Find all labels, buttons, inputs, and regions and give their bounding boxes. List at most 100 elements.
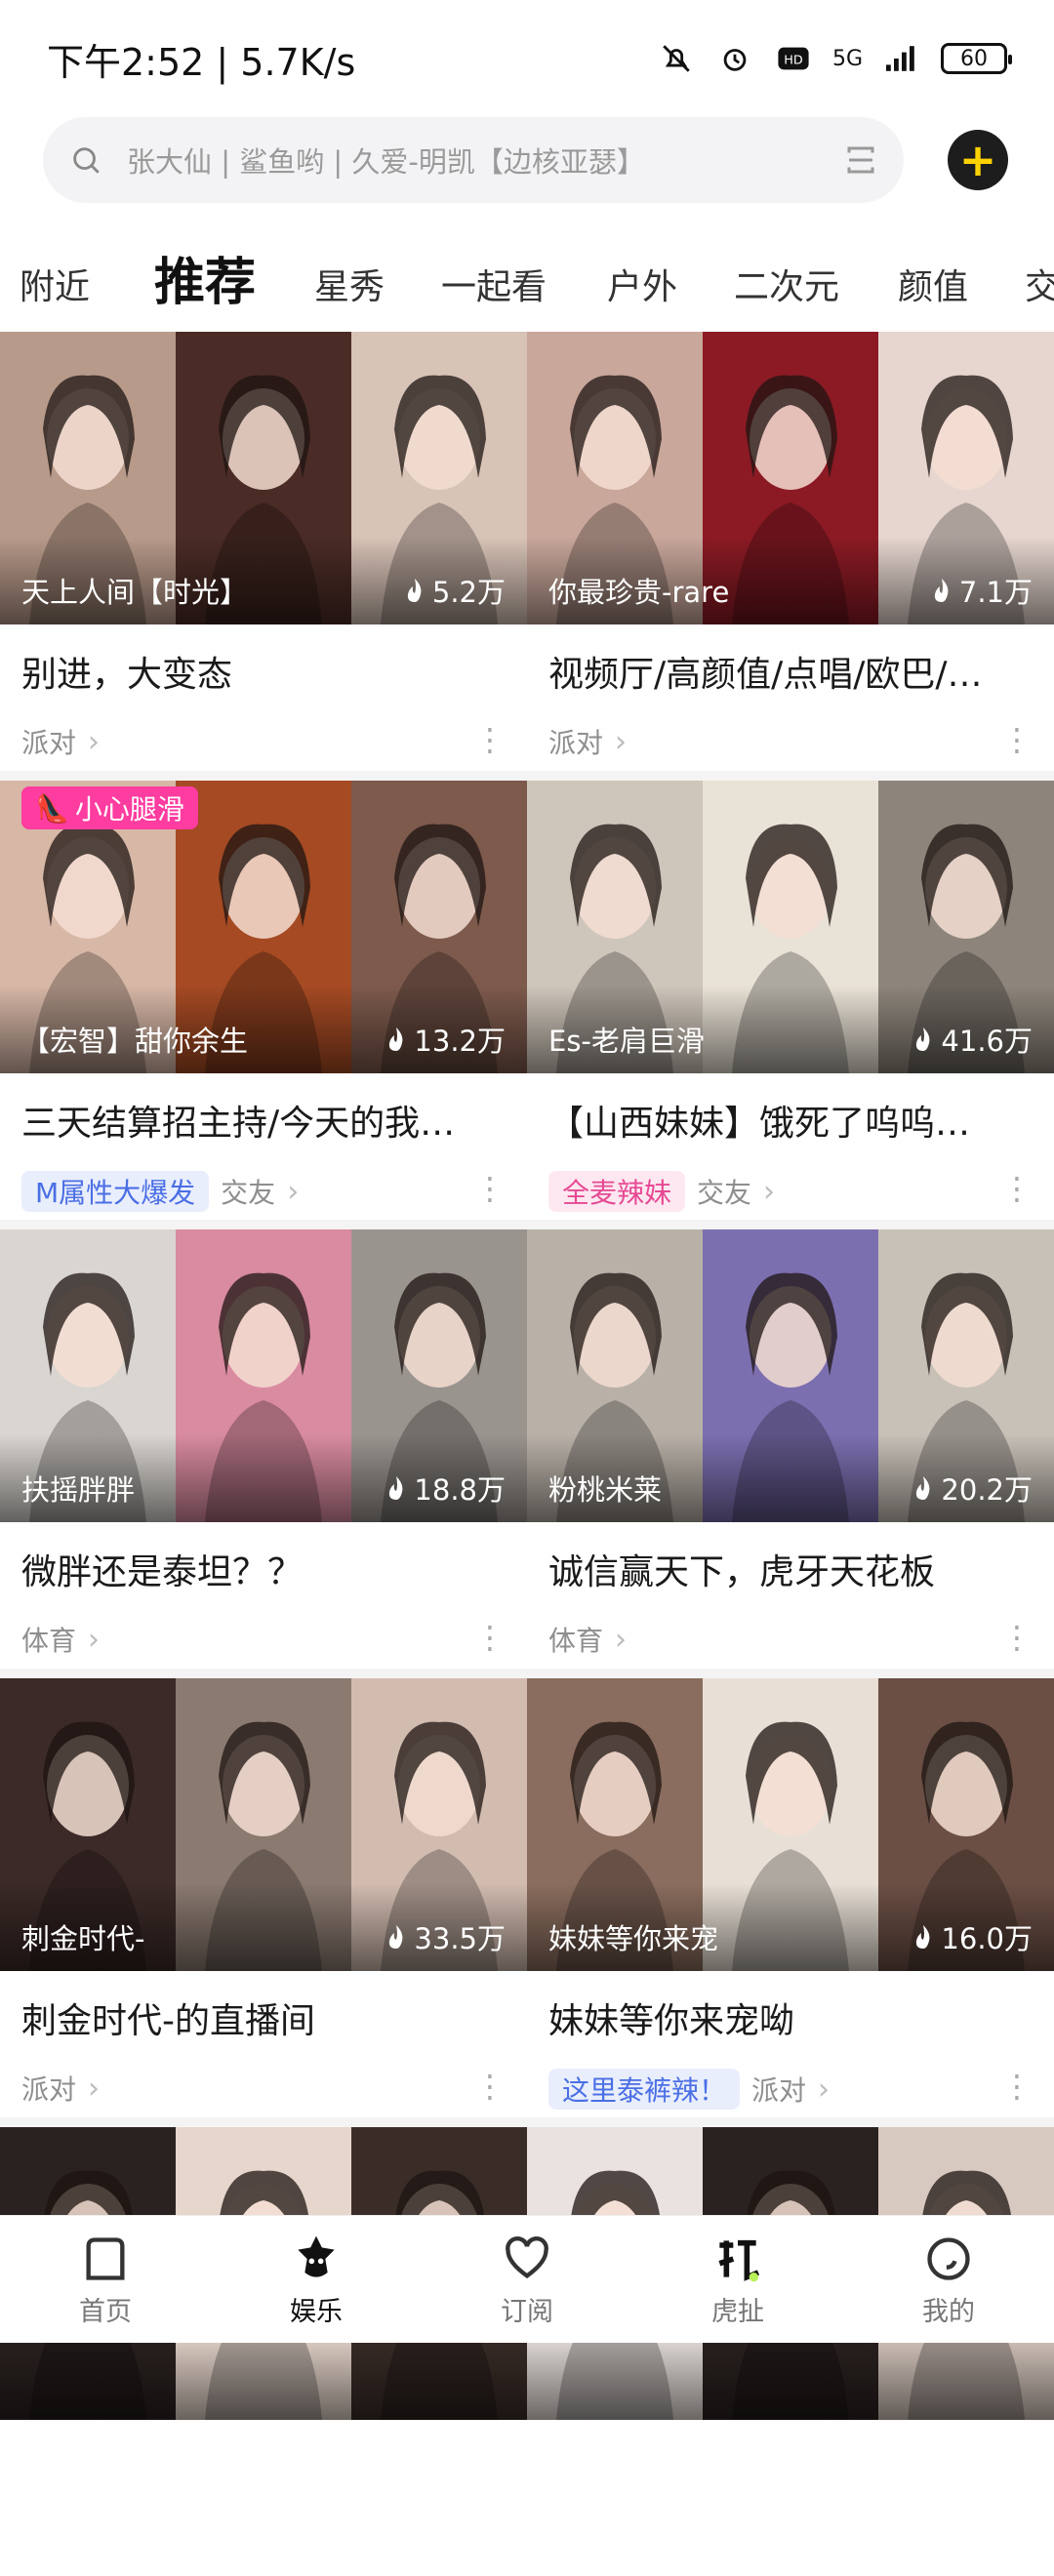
live-card[interactable]: 粉桃米莱 20.2万 诚信赢天下，虎牙天花板 体育 › ⋮ — [527, 1229, 1054, 1678]
flame-icon — [916, 1027, 930, 1051]
room-category[interactable]: 交友 — [697, 1172, 751, 1211]
status-icons: HD 5G 60 — [657, 39, 1012, 78]
more-options-icon[interactable]: ⋮ — [474, 724, 506, 755]
live-card[interactable]: Es-老肩巨滑 41.6万 【山西妹妹】饿死了呜呜… 全麦辣妹 交友 › ⋮ — [527, 781, 1054, 1229]
room-category[interactable]: 派对 — [21, 722, 76, 761]
tab-watch-together[interactable]: 一起看 — [441, 234, 547, 332]
live-thumbnail: 刺金时代- 33.5万 — [0, 1678, 527, 1971]
nav-entertainment[interactable]: 娱乐 — [211, 2216, 422, 2343]
streamer-name: 你最珍贵-rare — [548, 576, 730, 609]
more-options-icon[interactable]: ⋮ — [1001, 724, 1033, 755]
tab-xingxiu[interactable]: 星秀 — [314, 234, 385, 332]
live-card[interactable] — [0, 2127, 527, 2576]
room-tag[interactable]: 全麦辣妹 — [548, 1171, 686, 1212]
room-tag[interactable]: 这里泰裤辣！ — [548, 2069, 741, 2110]
tab-looks[interactable]: 颜值 — [898, 234, 968, 332]
category-tabs: 附近 推荐 星秀 一起看 户外 二次元 颜值 交 — [0, 234, 1054, 332]
more-options-icon[interactable]: ⋮ — [474, 1173, 506, 1204]
nav-subscribe[interactable]: 订阅 — [422, 2216, 632, 2343]
search-input[interactable]: 张大仙 | 鲨鱼哟 | 久爱-明凯【边核亚瑟】 — [43, 117, 904, 203]
popularity-count: 13.2万 — [385, 1019, 506, 1060]
live-card[interactable]: 扶摇胖胖 18.8万微胖还是泰坦？？ 体育 › ⋮ — [0, 1229, 527, 1678]
streamer-name: 天上人间【时光】 — [21, 576, 249, 609]
room-category[interactable]: 派对 — [21, 2069, 76, 2108]
popularity-count: 18.8万 — [385, 1468, 506, 1509]
chevron-right-icon: › — [818, 2072, 831, 2107]
room-category[interactable]: 交友 — [221, 1172, 275, 1211]
heart-icon — [500, 2232, 554, 2286]
chevron-right-icon: › — [615, 1622, 628, 1657]
popularity-value: 16.0万 — [941, 1922, 1033, 1955]
streamer-name: 【宏智】甜你余生 — [21, 1025, 249, 1058]
battery-level: 60 — [960, 46, 988, 71]
chevron-right-icon: › — [287, 1174, 300, 1209]
nav-profile[interactable]: 我的 — [843, 2216, 1054, 2343]
profile-icon — [921, 2232, 976, 2286]
bottom-nav: 首页 娱乐 订阅 虎扯 我的 — [0, 2215, 1054, 2343]
live-card[interactable]: 刺金时代- 33.5万刺金时代-的直播间 派对 › ⋮ — [0, 1678, 527, 2127]
streamer-name: 刺金时代- — [21, 1922, 145, 1955]
popularity-value: 5.2万 — [431, 576, 506, 609]
flame-icon — [916, 1925, 930, 1949]
tab-outdoor[interactable]: 户外 — [607, 234, 677, 332]
room-meta: 派对 › — [21, 2069, 100, 2108]
tab-anime[interactable]: 二次元 — [734, 234, 839, 332]
room-category[interactable]: 派对 — [751, 2070, 806, 2109]
heel-icon: 👠 — [35, 791, 69, 825]
room-title: 视频厅/高颜值/点唱/欧巴/… — [548, 655, 983, 695]
flame-icon — [389, 1925, 403, 1949]
popularity-value: 33.5万 — [414, 1922, 506, 1955]
plus-icon: + — [958, 134, 997, 186]
room-meta: M属性大爆发 交友 › — [21, 1171, 299, 1212]
streamer-name: 妹妹等你来宠 — [548, 1922, 719, 1955]
live-card[interactable]: 妹妹等你来宠 16.0万 妹妹等你来宠呦 这里泰裤辣！ 派对 › ⋮ — [527, 1678, 1054, 2127]
status-bar: 下午2:52 | 5.7K/s HD 5G 60 — [0, 0, 1054, 117]
more-options-icon[interactable]: ⋮ — [1001, 1173, 1033, 1204]
room-category[interactable]: 派对 — [548, 722, 603, 761]
live-card[interactable]: 天上人间【时光】 5.2万 别进，大变态 派对 › ⋮ — [0, 332, 527, 781]
nav-huche[interactable]: 虎扯 — [632, 2216, 843, 2343]
tab-nearby[interactable]: 附近 — [20, 234, 90, 332]
room-tag[interactable]: M属性大爆发 — [21, 1171, 210, 1212]
room-category[interactable]: 体育 — [548, 1620, 603, 1659]
popularity-count: 7.1万 — [930, 570, 1033, 611]
live-card[interactable]: 你最珍贵-rare 7.1万视频厅/高颜值/点唱/欧巴/… 派对 › ⋮ — [527, 332, 1054, 781]
search-placeholder: 张大仙 | 鲨鱼哟 | 久爱-明凯【边核亚瑟】 — [127, 145, 645, 179]
more-options-icon[interactable]: ⋮ — [1001, 2071, 1033, 2102]
room-category[interactable]: 体育 — [21, 1620, 76, 1659]
chevron-right-icon: › — [88, 724, 101, 759]
chevron-right-icon: › — [88, 1622, 101, 1657]
live-card[interactable] — [527, 2127, 1054, 2576]
more-options-icon[interactable]: ⋮ — [474, 1622, 506, 1653]
flame-icon — [407, 579, 422, 602]
live-thumbnail: 天上人间【时光】 5.2万 — [0, 332, 527, 624]
room-meta: 体育 › — [548, 1620, 627, 1659]
tab-more[interactable]: 交 — [1025, 234, 1054, 332]
room-meta: 体育 › — [21, 1620, 100, 1659]
more-options-icon[interactable]: ⋮ — [474, 2071, 506, 2102]
popularity-value: 7.1万 — [958, 576, 1033, 609]
live-thumbnail: 扶摇胖胖 18.8万 — [0, 1229, 527, 1522]
room-title: 【山西妹妹】饿死了呜呜… — [548, 1104, 971, 1144]
nav-label-entertainment: 娱乐 — [290, 2296, 343, 2327]
flame-icon — [916, 1476, 930, 1500]
room-title: 刺金时代-的直播间 — [21, 2001, 315, 2041]
chevron-right-icon: › — [763, 1174, 776, 1209]
chevron-right-icon: › — [88, 2071, 101, 2106]
search-row: 张大仙 | 鲨鱼哟 | 久爱-明凯【边核亚瑟】 + — [0, 117, 1054, 215]
popularity-value: 13.2万 — [414, 1025, 506, 1058]
popularity-value: 41.6万 — [941, 1025, 1033, 1058]
nav-label-subscribe: 订阅 — [501, 2296, 553, 2327]
popularity-count: 5.2万 — [403, 570, 506, 611]
live-card[interactable]: 👠 小心腿滑 【宏智】甜你余生 13.2万 三天结算招主持/今天的我… M属性大爆发 交友 ›… — [0, 781, 527, 1229]
status-time: 下午2:52 | 5.7K/s — [47, 40, 356, 84]
svg-text:HD: HD — [784, 54, 803, 68]
tab-recommended[interactable]: 推荐 — [154, 234, 256, 332]
more-options-icon[interactable]: ⋮ — [1001, 1622, 1033, 1653]
signal-icon — [882, 39, 921, 78]
nav-home[interactable]: 首页 — [0, 2216, 211, 2343]
scan-icon[interactable] — [841, 141, 880, 180]
chevron-right-icon: › — [615, 724, 628, 759]
start-live-button[interactable]: + — [948, 130, 1008, 190]
room-title: 微胖还是泰坦？？ — [21, 1552, 304, 1592]
